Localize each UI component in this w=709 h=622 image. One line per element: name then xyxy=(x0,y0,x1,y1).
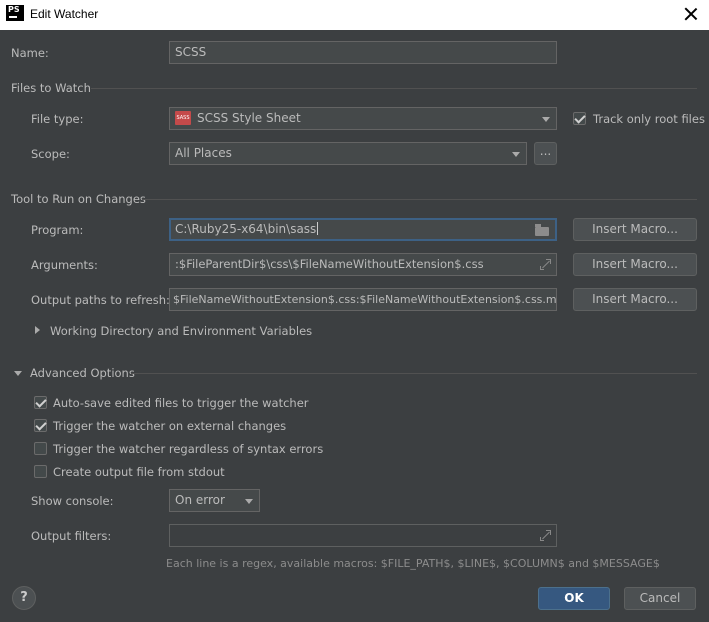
window-title: Edit Watcher xyxy=(30,7,99,21)
stdout-label: Create output file from stdout xyxy=(53,465,225,479)
syntax-errors-checkbox[interactable] xyxy=(34,442,47,455)
help-button[interactable]: ? xyxy=(12,586,36,610)
separator xyxy=(131,373,697,374)
cancel-button[interactable]: Cancel xyxy=(624,587,696,610)
output-paths-input[interactable]: $FileNameWithoutExtension$.css:$FileName… xyxy=(169,288,557,311)
chevron-down-icon xyxy=(542,117,550,122)
working-dir-toggle[interactable]: Working Directory and Environment Variab… xyxy=(50,324,312,338)
track-root-label: Track only root files xyxy=(593,112,705,126)
arguments-input[interactable]: :$FileParentDir$\css\$FileNameWithoutExt… xyxy=(169,253,557,276)
sass-file-icon: SASS xyxy=(175,110,191,125)
text-caret xyxy=(317,222,319,235)
program-label: Program: xyxy=(31,223,84,237)
expand-icon[interactable] xyxy=(540,259,551,270)
track-root-checkbox[interactable] xyxy=(573,112,586,125)
program-value: C:\Ruby25-x64\bin\sass xyxy=(175,222,317,236)
folder-icon[interactable] xyxy=(535,224,549,236)
arguments-value: :$FileParentDir$\css\$FileNameWithoutExt… xyxy=(175,257,484,271)
expand-icon[interactable] xyxy=(540,530,551,541)
scope-select[interactable]: All Places xyxy=(169,142,527,165)
external-changes-label: Trigger the watcher on external changes xyxy=(53,419,287,433)
phpstorm-app-icon: PS xyxy=(6,5,24,23)
insert-macro-arguments-button[interactable]: Insert Macro... xyxy=(573,253,697,276)
scope-browse-button[interactable]: ... xyxy=(534,142,557,165)
stdout-checkbox[interactable] xyxy=(34,465,47,478)
tool-heading: Tool to Run on Changes xyxy=(11,192,146,206)
show-console-select[interactable]: On error xyxy=(169,489,260,512)
chevron-down-icon[interactable] xyxy=(14,371,22,376)
output-filters-hint: Each line is a regex, available macros: … xyxy=(166,557,660,570)
output-paths-label: Output paths to refresh: xyxy=(31,293,170,307)
show-console-label: Show console: xyxy=(31,494,114,508)
arguments-label: Arguments: xyxy=(31,258,98,272)
ok-button[interactable]: OK xyxy=(538,587,610,610)
chevron-right-icon[interactable] xyxy=(35,326,40,334)
advanced-options-heading[interactable]: Advanced Options xyxy=(30,366,135,380)
show-console-value: On error xyxy=(175,493,225,507)
auto-save-checkbox[interactable] xyxy=(34,396,47,409)
name-label: Name: xyxy=(11,46,49,60)
title-bar: PS Edit Watcher xyxy=(0,0,709,30)
file-type-value: SCSS Style Sheet xyxy=(197,111,301,125)
file-type-select[interactable]: SASS SCSS Style Sheet xyxy=(169,107,557,130)
close-icon[interactable] xyxy=(681,4,701,24)
separator xyxy=(142,199,697,200)
external-changes-checkbox[interactable] xyxy=(34,419,47,432)
auto-save-label: Auto-save edited files to trigger the wa… xyxy=(53,396,309,410)
files-to-watch-heading: Files to Watch xyxy=(11,81,91,95)
file-type-label: File type: xyxy=(31,112,84,126)
chevron-down-icon xyxy=(245,499,253,504)
insert-macro-program-button[interactable]: Insert Macro... xyxy=(573,218,697,241)
output-filters-label: Output filters: xyxy=(31,529,112,543)
chevron-down-icon xyxy=(512,152,520,157)
syntax-errors-label: Trigger the watcher regardless of syntax… xyxy=(53,442,324,456)
name-input[interactable]: SCSS xyxy=(169,41,557,64)
separator xyxy=(91,88,697,89)
insert-macro-output-button[interactable]: Insert Macro... xyxy=(573,288,697,311)
scope-label: Scope: xyxy=(31,147,70,161)
program-input[interactable]: C:\Ruby25-x64\bin\sass xyxy=(169,218,557,241)
scope-value: All Places xyxy=(175,146,232,160)
output-filters-input[interactable] xyxy=(169,524,557,547)
